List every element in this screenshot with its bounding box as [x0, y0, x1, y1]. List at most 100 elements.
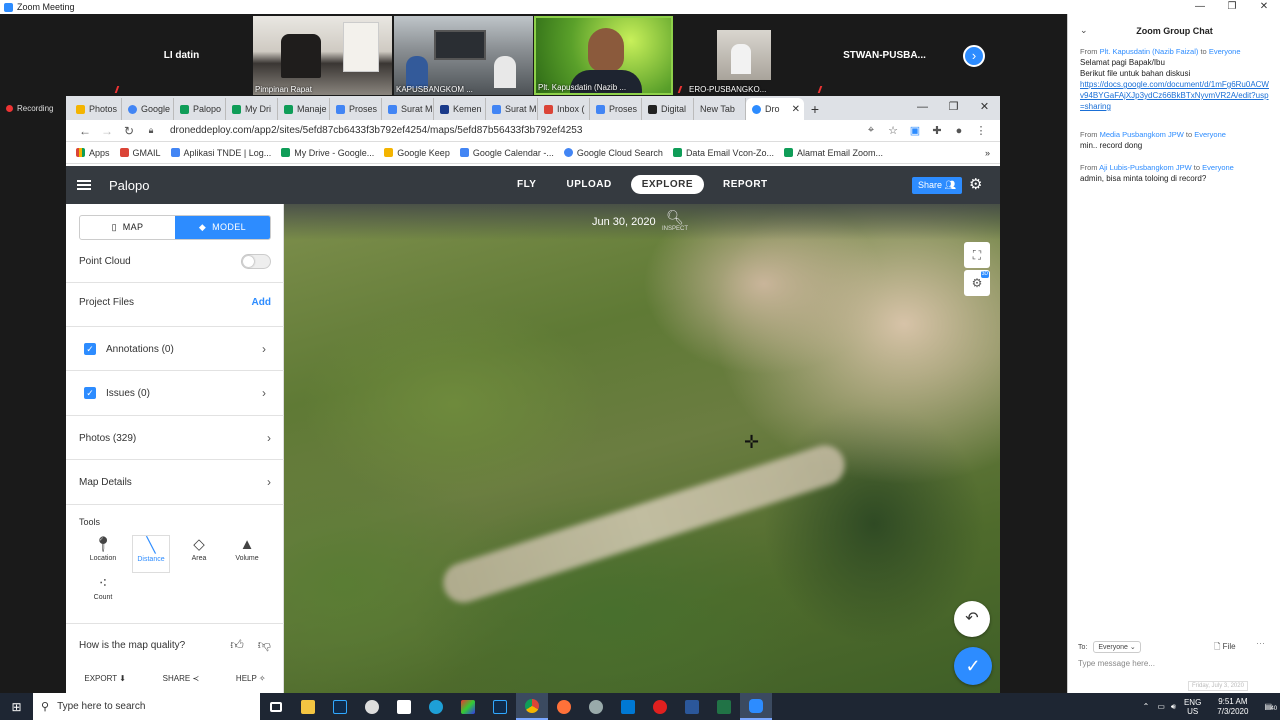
- mail-icon[interactable]: [612, 693, 644, 720]
- nav-upload[interactable]: UPLOAD: [555, 175, 622, 194]
- zoom-icon[interactable]: [740, 693, 772, 720]
- volume-icon[interactable]: 🔊︎: [1171, 702, 1176, 712]
- browser-tab[interactable]: My Dri: [226, 98, 278, 120]
- participant-tile[interactable]: STWAN-PUSBA...: [815, 16, 954, 95]
- photos-row[interactable]: Photos (329) ›: [79, 431, 271, 445]
- reload-icon[interactable]: ↻: [118, 124, 140, 138]
- bookmark-item[interactable]: My Drive - Google...: [281, 148, 374, 158]
- export-button[interactable]: EXPORT ⬇: [84, 674, 126, 683]
- store-icon[interactable]: [388, 693, 420, 720]
- checkbox-checked[interactable]: ✓: [84, 343, 96, 355]
- language-indicator[interactable]: ENG US: [1184, 698, 1201, 716]
- browser-tab[interactable]: Manaje: [278, 98, 330, 120]
- nav-report[interactable]: REPORT: [712, 175, 779, 194]
- hamburger-menu-icon[interactable]: [77, 180, 91, 190]
- minimize-icon[interactable]: —: [1184, 0, 1216, 14]
- excel-icon[interactable]: [708, 693, 740, 720]
- model-mode-button[interactable]: ◆ MODEL: [175, 216, 270, 239]
- task-view-icon[interactable]: [260, 693, 292, 720]
- word-icon[interactable]: [676, 693, 708, 720]
- tool-location[interactable]: 📍︎ Location: [84, 535, 122, 573]
- browser-tab-active[interactable]: Dro ✕: [746, 98, 804, 120]
- url-field[interactable]: droneddeploy.com/app2/sites/5efd87cb6433…: [170, 125, 860, 136]
- nav-explore[interactable]: EXPLORE: [630, 175, 704, 194]
- bookmark-item[interactable]: Apps: [76, 148, 110, 158]
- browser-tab[interactable]: Kemen: [434, 98, 486, 120]
- firefox-icon[interactable]: [548, 693, 580, 720]
- gear-icon[interactable]: ⚙: [969, 175, 982, 193]
- clock[interactable]: 9:51 AM 7/3/2020: [1217, 697, 1248, 717]
- tool-distance[interactable]: ╲ Distance: [132, 535, 170, 573]
- fullscreen-icon[interactable]: ⛶: [964, 242, 990, 268]
- minimize-icon[interactable]: —: [907, 96, 938, 118]
- close-icon[interactable]: ✕: [1248, 0, 1280, 14]
- bookmark-item[interactable]: Google Calendar -...: [459, 148, 554, 158]
- chat-link[interactable]: https://docs.google.com/document/d/1mFg6…: [1080, 80, 1269, 111]
- thumbs-down-icon[interactable]: 👎︎: [258, 637, 271, 653]
- location-icon[interactable]: ⌖: [860, 124, 882, 137]
- file-button[interactable]: 🗋︎ File: [1214, 641, 1236, 655]
- bookmark-item[interactable]: Data Email Vcon-Zo...: [672, 148, 774, 158]
- tool-count[interactable]: ⁖ Count: [84, 574, 122, 612]
- nav-fly[interactable]: FLY: [506, 175, 547, 194]
- browser-tab[interactable]: Digital: [642, 98, 694, 120]
- thumbs-up-icon[interactable]: 👍︎: [230, 637, 244, 653]
- share-button[interactable]: Share 👥︎: [912, 177, 962, 194]
- browser-tab[interactable]: Google: [122, 98, 174, 120]
- browser-tab[interactable]: Palopo: [174, 98, 226, 120]
- app-icon[interactable]: [452, 693, 484, 720]
- point-cloud-toggle[interactable]: [241, 254, 271, 269]
- edge-icon[interactable]: [420, 693, 452, 720]
- photoshop-icon[interactable]: [324, 693, 356, 720]
- model-viewport[interactable]: Jun 30, 2020 🔍︎ INSPECT ⛶ ⚙ 3D ✛ ↶ ✓: [284, 204, 1000, 693]
- extensions-icon[interactable]: ✚: [926, 124, 948, 137]
- browser-tab[interactable]: New Tab: [694, 98, 746, 120]
- recipient-select[interactable]: Everyone ⌄: [1093, 641, 1141, 653]
- participant-tile[interactable]: LI datin: [112, 16, 251, 95]
- app-icon[interactable]: [356, 693, 388, 720]
- browser-tab[interactable]: Proses: [590, 98, 642, 120]
- menu-dots-icon[interactable]: ⋮: [970, 124, 992, 137]
- bookmark-item[interactable]: Aplikasi TNDE | Log...: [170, 148, 271, 158]
- chat-message-input[interactable]: Type message here...: [1078, 659, 1155, 668]
- file-explorer-icon[interactable]: [292, 693, 324, 720]
- zoom-extension-icon[interactable]: ▣: [904, 124, 926, 137]
- annotations-row[interactable]: ✓ Annotations (0) ›: [84, 342, 266, 356]
- chevron-up-icon[interactable]: ⌃: [1143, 702, 1150, 711]
- participant-tile[interactable]: Pimpinan Rapat: [253, 16, 392, 95]
- add-files-link[interactable]: Add: [252, 297, 271, 308]
- more-bookmarks-icon[interactable]: »: [985, 148, 990, 158]
- browser-tab[interactable]: Proses: [330, 98, 382, 120]
- help-button[interactable]: HELP ✧: [236, 674, 266, 683]
- issues-row[interactable]: ✓ Issues (0) ›: [84, 386, 266, 400]
- photoshop-icon[interactable]: [484, 693, 516, 720]
- star-icon[interactable]: ☆: [882, 124, 904, 137]
- undo-button[interactable]: ↶: [954, 601, 990, 637]
- avatar[interactable]: ●: [948, 125, 970, 137]
- view-settings-icon[interactable]: ⚙ 3D: [964, 270, 990, 296]
- participant-tile[interactable]: ERO-PUSBANGKO...: [675, 16, 814, 95]
- bookmark-item[interactable]: Google Cloud Search: [563, 148, 663, 158]
- chrome-icon[interactable]: [516, 693, 548, 720]
- browser-tab[interactable]: Surat M: [486, 98, 538, 120]
- map-mode-button[interactable]: ▯ MAP: [80, 216, 175, 239]
- participant-tile[interactable]: KAPUSBANGKOM ...: [394, 16, 533, 95]
- share-footer-button[interactable]: SHARE ≺: [163, 674, 200, 683]
- app-icon[interactable]: [580, 693, 612, 720]
- map-details-row[interactable]: Map Details ›: [79, 475, 271, 489]
- more-options-icon[interactable]: ···: [1256, 638, 1265, 648]
- tool-volume[interactable]: ▲ Volume: [228, 535, 266, 573]
- inspect-button[interactable]: 🔍︎ INSPECT: [662, 208, 688, 232]
- bookmark-item[interactable]: GMAIL: [119, 148, 161, 158]
- forward-icon[interactable]: →: [96, 124, 118, 138]
- checkbox-checked[interactable]: ✓: [84, 387, 96, 399]
- notification-icon[interactable]: ▤ 40: [1264, 702, 1277, 712]
- back-icon[interactable]: ←: [74, 124, 96, 138]
- opera-icon[interactable]: [644, 693, 676, 720]
- taskbar-search[interactable]: ⚲ Type here to search: [33, 693, 260, 720]
- browser-tab[interactable]: Inbox (: [538, 98, 590, 120]
- next-participants-button[interactable]: ›: [963, 45, 985, 67]
- new-tab-button[interactable]: +: [804, 98, 826, 120]
- browser-tab[interactable]: Photos: [70, 98, 122, 120]
- bookmark-item[interactable]: Google Keep: [384, 148, 450, 158]
